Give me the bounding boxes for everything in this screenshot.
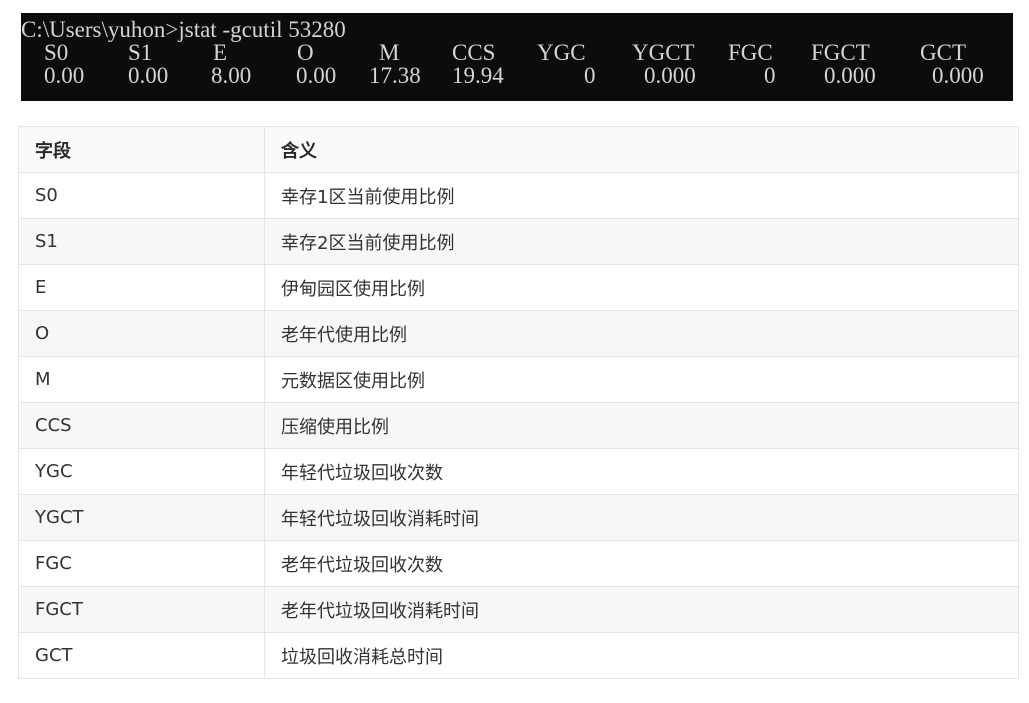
- console-header-e: E: [213, 40, 228, 65]
- field-cell: S0: [18, 172, 265, 219]
- field-cell: YGCT: [18, 494, 265, 541]
- table-row: FGCT 老年代垃圾回收消耗时间: [18, 586, 1019, 633]
- console-header-fgc: FGC: [728, 40, 773, 65]
- column-header-field: 字段: [18, 126, 265, 173]
- table-row: CCS 压缩使用比例: [18, 402, 1019, 449]
- table-row: O 老年代使用比例: [18, 310, 1019, 357]
- meaning-cell: 垃圾回收消耗总时间: [264, 632, 1019, 679]
- table-row: S0 幸存1区当前使用比例: [18, 172, 1019, 219]
- console-value-ygct: 0.000: [644, 63, 696, 88]
- field-cell: S1: [18, 218, 265, 265]
- column-header-meaning: 含义: [264, 126, 1019, 173]
- meaning-cell: 年轻代垃圾回收消耗时间: [264, 494, 1019, 541]
- console-value-o: 0.00: [296, 63, 337, 88]
- console-value-fgct: 0.000: [824, 63, 876, 88]
- table-row: M 元数据区使用比例: [18, 356, 1019, 403]
- meaning-cell: 年轻代垃圾回收次数: [264, 448, 1019, 495]
- console-header-fgct: FGCT: [811, 40, 870, 65]
- console-header-o: O: [297, 40, 314, 65]
- console-header-ygc: YGC: [537, 40, 586, 65]
- table-header-row: 字段 含义: [18, 126, 1019, 173]
- console-value-s0: 0.00: [44, 63, 85, 88]
- field-cell: GCT: [18, 632, 265, 679]
- console-value-gct: 0.000: [932, 63, 984, 88]
- field-cell: CCS: [18, 402, 265, 449]
- console-command: C:\Users\yuhon>jstat -gcutil 53280: [21, 17, 346, 42]
- meaning-cell: 幸存1区当前使用比例: [264, 172, 1019, 219]
- meaning-cell: 老年代垃圾回收次数: [264, 540, 1019, 587]
- console-header-gct: GCT: [920, 40, 966, 65]
- console-value-e: 8.00: [211, 63, 252, 88]
- console-header-s1: S1: [128, 40, 153, 65]
- table-row: E 伊甸园区使用比例: [18, 264, 1019, 311]
- field-cell: FGC: [18, 540, 265, 587]
- field-cell: FGCT: [18, 586, 265, 633]
- table-row: YGCT 年轻代垃圾回收消耗时间: [18, 494, 1019, 541]
- console-command-line: C:\Users\yuhon>jstat -gcutil 53280: [21, 18, 1013, 41]
- meaning-cell: 幸存2区当前使用比例: [264, 218, 1019, 265]
- console-header-line: S0 S1 E O M CCS YGC YGCT FGC FGCT GCT: [21, 41, 1013, 64]
- console-value-line: 0.00 0.00 8.00 0.00 17.38 19.94 0 0.000 …: [21, 64, 1013, 87]
- field-cell: M: [18, 356, 265, 403]
- field-cell: O: [18, 310, 265, 357]
- console-value-m: 17.38: [369, 63, 421, 88]
- console-screenshot: C:\Users\yuhon>jstat -gcutil 53280 S0 S1…: [21, 13, 1013, 101]
- table-row: S1 幸存2区当前使用比例: [18, 218, 1019, 265]
- console-value-ccs: 19.94: [452, 63, 504, 88]
- console-header-m: M: [379, 40, 400, 65]
- meaning-cell: 伊甸园区使用比例: [264, 264, 1019, 311]
- meaning-cell: 压缩使用比例: [264, 402, 1019, 449]
- meaning-cell: 元数据区使用比例: [264, 356, 1019, 403]
- console-value-s1: 0.00: [128, 63, 169, 88]
- table-row: FGC 老年代垃圾回收次数: [18, 540, 1019, 587]
- field-cell: YGC: [18, 448, 265, 495]
- console-header-ccs: CCS: [452, 40, 496, 65]
- console-header-ygct: YGCT: [632, 40, 695, 65]
- table-row: GCT 垃圾回收消耗总时间: [18, 632, 1019, 679]
- console-value-ygc: 0: [584, 63, 596, 88]
- field-meaning-table: 字段 含义 S0 幸存1区当前使用比例 S1 幸存2区当前使用比例 E 伊甸园区…: [18, 126, 1019, 679]
- meaning-cell: 老年代垃圾回收消耗时间: [264, 586, 1019, 633]
- meaning-cell: 老年代使用比例: [264, 310, 1019, 357]
- console-header-s0: S0: [44, 40, 69, 65]
- table-row: YGC 年轻代垃圾回收次数: [18, 448, 1019, 495]
- console-value-fgc: 0: [764, 63, 776, 88]
- field-cell: E: [18, 264, 265, 311]
